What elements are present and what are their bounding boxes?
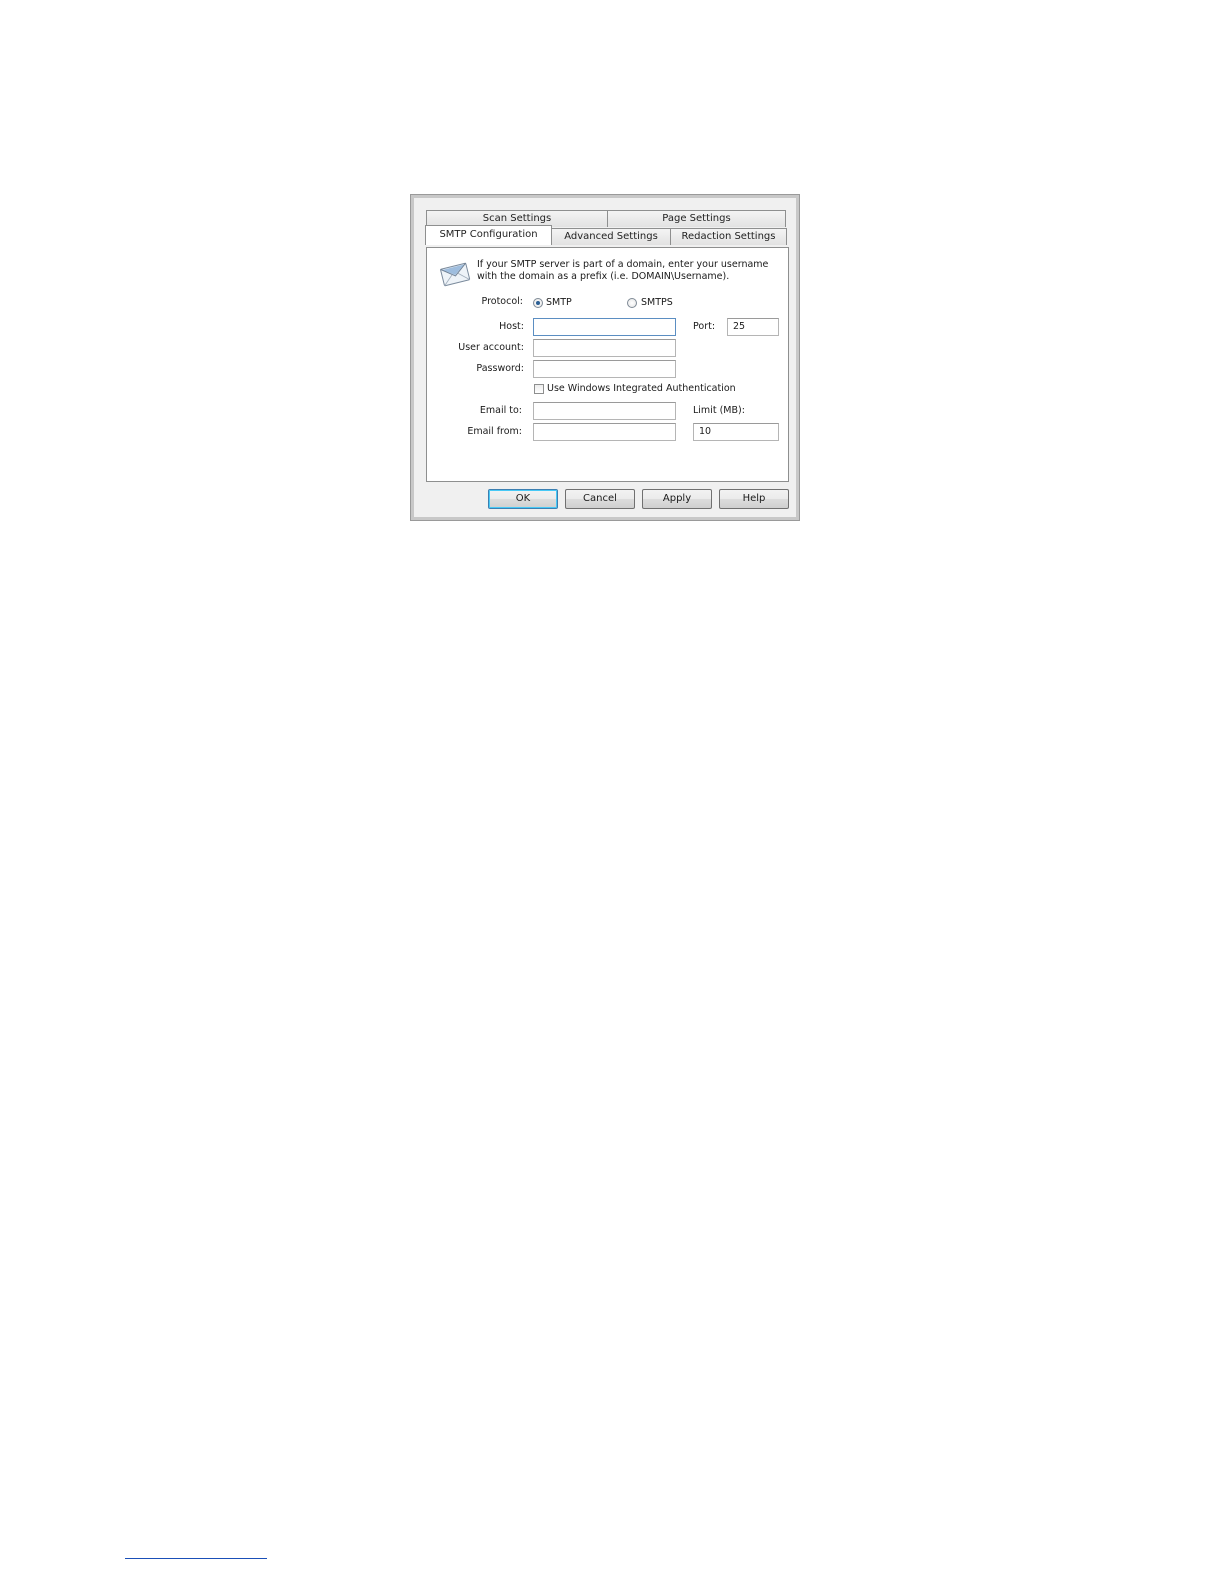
help-button[interactable]: Help [719,489,789,509]
radio-smtps-label[interactable]: SMTPS [641,297,673,308]
protocol-label: Protocol: [481,296,523,307]
tab-redaction-settings[interactable]: Redaction Settings [670,228,787,245]
limit-label: Limit (MB): [693,405,745,416]
radio-smtps[interactable] [627,298,637,308]
tab-advanced-settings[interactable]: Advanced Settings [551,228,671,245]
cancel-button[interactable]: Cancel [565,489,635,509]
windows-auth-label[interactable]: Use Windows Integrated Authentication [547,383,736,394]
tab-smtp-configuration[interactable]: SMTP Configuration [425,225,552,245]
ok-button[interactable]: OK [488,489,558,509]
envelope-icon [440,262,471,287]
email-to-input[interactable] [533,402,676,420]
email-to-label: Email to: [479,405,522,416]
radio-selected-dot [536,301,540,305]
email-from-label: Email from: [467,426,522,437]
host-label: Host: [499,321,524,332]
apply-button[interactable]: Apply [642,489,712,509]
port-label: Port: [693,321,716,332]
email-from-input[interactable] [533,423,676,441]
user-account-input[interactable] [533,339,676,357]
smtp-configuration-panel: If your SMTP server is part of a domain,… [426,247,789,482]
footnote-divider [125,1558,267,1559]
tab-page-settings[interactable]: Page Settings [607,210,786,227]
radio-smtp[interactable] [533,298,543,308]
info-text-line2: with the domain as a prefix (i.e. DOMAIN… [477,271,730,282]
limit-input[interactable]: 10 [693,423,779,441]
windows-auth-checkbox[interactable] [534,384,544,394]
info-text-line1: If your SMTP server is part of a domain,… [477,259,769,270]
host-input[interactable] [533,318,676,336]
smtp-settings-dialog: Scan Settings Page Settings SMTP Configu… [410,194,800,521]
user-account-label: User account: [458,342,524,353]
password-label: Password: [476,363,524,374]
password-input[interactable] [533,360,676,378]
port-input[interactable]: 25 [727,318,779,336]
radio-smtp-label[interactable]: SMTP [546,297,572,308]
